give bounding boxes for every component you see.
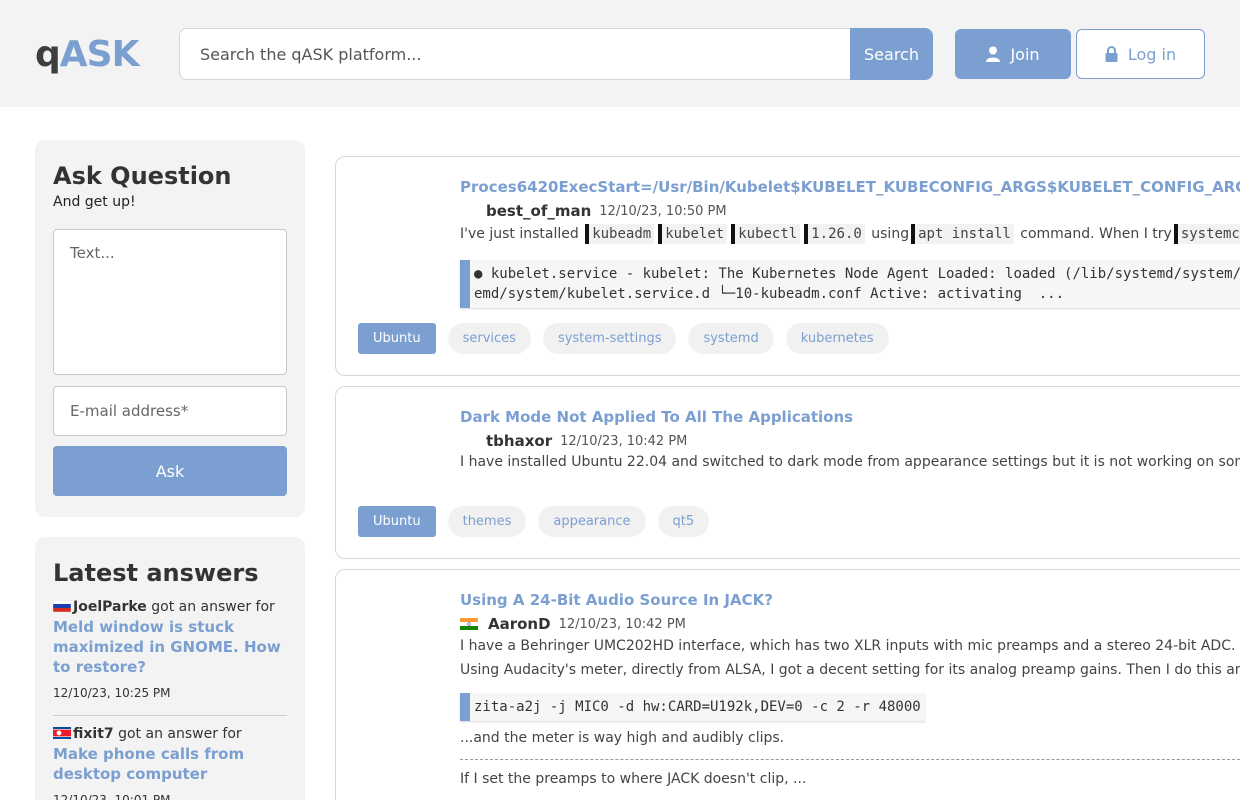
divider xyxy=(460,759,1240,760)
login-label: Log in xyxy=(1127,44,1177,64)
code-block: ● kubelet.service - kubelet: The Kuberne… xyxy=(460,260,1240,308)
question-author[interactable]: best_of_man xyxy=(486,202,591,220)
answer-time: 12/10/23, 10:01 PM xyxy=(53,793,171,800)
tag-qt5[interactable]: qt5 xyxy=(657,506,710,537)
question-excerpt-line: If I set the preamps to where JACK doesn… xyxy=(460,771,807,787)
question-excerpt-line: ...and the meter is way high and audibly… xyxy=(460,730,785,746)
inline-code: 1.26.0 xyxy=(804,224,865,244)
question-meta: AaronD 12/10/23, 10:42 PM xyxy=(460,615,686,633)
answer-mid-text: got an answer for xyxy=(151,599,275,615)
tag-services[interactable]: services xyxy=(447,323,531,354)
answer-question-link[interactable]: Meld window is stuck maximized in GNOME.… xyxy=(53,617,287,677)
question-time: 12/10/23, 10:42 PM xyxy=(558,616,686,632)
latest-answers-panel: Latest answers JoelParke got an answer f… xyxy=(35,537,305,800)
answer-question-link[interactable]: Make phone calls from desktop computer xyxy=(53,744,287,784)
ask-button[interactable]: Ask xyxy=(53,446,287,496)
answer-time: 12/10/23, 10:25 PM xyxy=(53,686,171,700)
header: qASK Search Join Log in xyxy=(0,0,1240,107)
question-card: Proces6420ExecStart=/Usr/Bin/Kubelet$KUB… xyxy=(335,156,1240,376)
tag-system-settings[interactable]: system-settings xyxy=(542,323,677,354)
join-label: Join xyxy=(1010,44,1040,64)
question-excerpt-line: I have a Behringer UMC202HD interface, w… xyxy=(460,638,1236,654)
inline-code: systemctl status kubelet xyxy=(1173,224,1240,244)
russia-flag-icon xyxy=(53,600,71,612)
question-author[interactable]: tbhaxor xyxy=(486,432,552,450)
tag-kubernetes[interactable]: kubernetes xyxy=(785,323,889,354)
question-card: Using A 24-Bit Audio Source In JACK? Aar… xyxy=(335,569,1240,800)
tag-ubuntu[interactable]: Ubuntu xyxy=(358,323,436,354)
north-korea-flag-icon xyxy=(53,727,71,739)
login-button[interactable]: Log in xyxy=(1076,29,1205,79)
list-item: JoelParke got an answer for Meld window … xyxy=(53,597,287,703)
answer-mid-text: got an answer for xyxy=(118,726,242,742)
question-excerpt: I have installed Ubuntu 22.04 and switch… xyxy=(460,454,1240,470)
email-field[interactable] xyxy=(53,386,287,436)
answer-user[interactable]: fixit7 xyxy=(73,726,114,742)
ask-question-panel: Ask Question And get up! Ask xyxy=(35,140,305,517)
tag-list: Ubuntu themes appearance qt5 xyxy=(358,506,710,537)
question-excerpt: I've just installed kubeadm kubelet kubect… xyxy=(460,224,1240,244)
search-button[interactable]: Search xyxy=(850,28,933,80)
question-meta: tbhaxor 12/10/23, 10:42 PM xyxy=(460,432,687,450)
search-input[interactable] xyxy=(179,28,850,80)
question-time: 12/10/23, 10:50 PM xyxy=(599,203,727,219)
question-excerpt-line: Using Audacity's meter, directly from AL… xyxy=(460,662,1240,678)
site-logo[interactable]: qASK xyxy=(35,34,139,75)
tag-appearance[interactable]: appearance xyxy=(538,506,646,537)
inline-code: kubectl xyxy=(731,224,801,244)
question-meta: best_of_man 12/10/23, 10:50 PM xyxy=(460,202,727,220)
user-icon xyxy=(986,46,1001,62)
ask-subtitle: And get up! xyxy=(53,194,136,210)
list-item: fixit7 got an answer for Make phone call… xyxy=(53,715,287,800)
tag-systemd[interactable]: systemd xyxy=(688,323,774,354)
latest-answers-title: Latest answers xyxy=(53,559,259,587)
lock-icon xyxy=(1105,46,1118,62)
inline-code: kubeadm xyxy=(585,224,655,244)
question-author[interactable]: AaronD xyxy=(488,615,551,633)
code-block: zita-a2j -j MIC0 -d hw:CARD=U192k,DEV=0 … xyxy=(460,693,925,721)
question-time: 12/10/23, 10:42 PM xyxy=(560,433,688,449)
question-title[interactable]: Using A 24-Bit Audio Source In JACK? xyxy=(460,591,773,609)
tag-list: Ubuntu services system-settings systemd … xyxy=(358,323,889,354)
inline-code: apt install xyxy=(911,224,1014,244)
tag-ubuntu[interactable]: Ubuntu xyxy=(358,506,436,537)
tag-themes[interactable]: themes xyxy=(447,506,527,537)
question-title[interactable]: Dark Mode Not Applied To All The Applica… xyxy=(460,408,853,426)
question-card: Dark Mode Not Applied To All The Applica… xyxy=(335,386,1240,559)
question-text-field[interactable] xyxy=(53,229,287,375)
question-title[interactable]: Proces6420ExecStart=/Usr/Bin/Kubelet$KUB… xyxy=(460,178,1240,196)
inline-code: kubelet xyxy=(658,224,728,244)
answer-user[interactable]: JoelParke xyxy=(73,599,147,615)
india-flag-icon xyxy=(460,618,478,630)
ask-title: Ask Question xyxy=(53,162,232,190)
join-button[interactable]: Join xyxy=(955,29,1071,79)
